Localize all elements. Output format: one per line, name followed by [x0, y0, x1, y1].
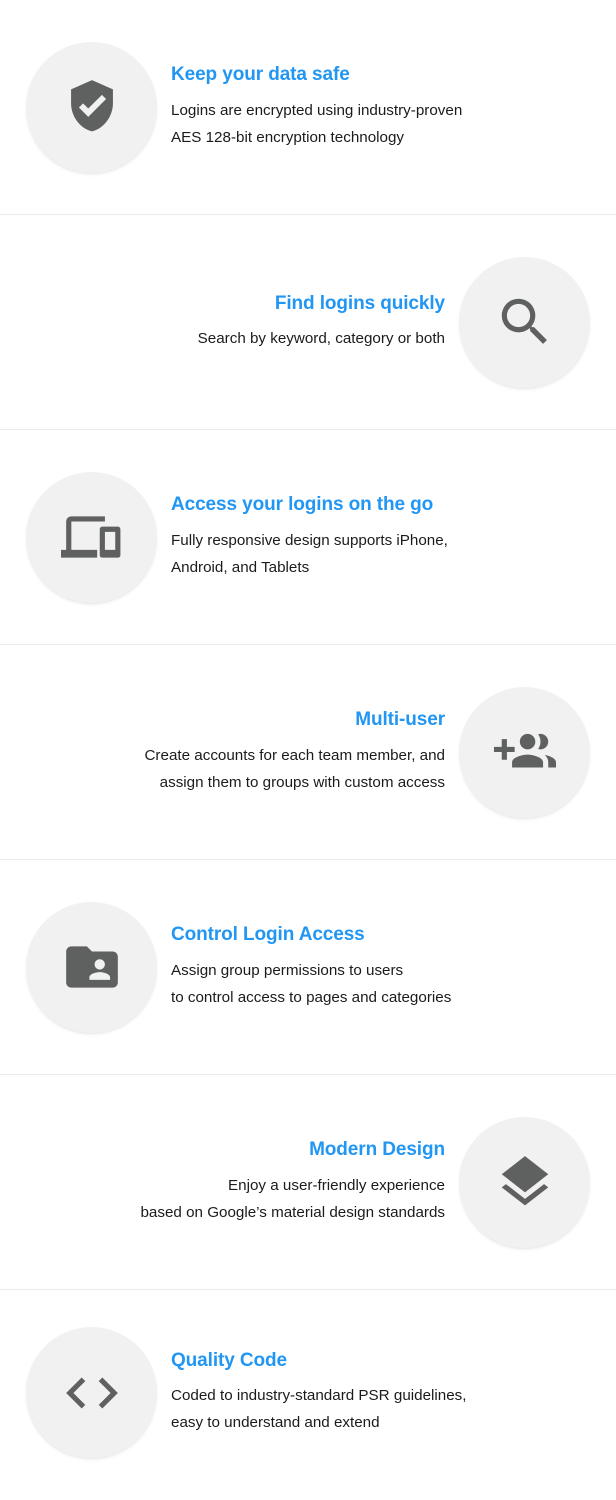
feature-row: Modern Design Enjoy a user-friendly expe…: [0, 1075, 616, 1290]
feature-row: Access your logins on the go Fully respo…: [0, 430, 616, 645]
icon-bubble: [459, 1116, 590, 1248]
feature-row: Quality Code Coded to industry-standard …: [0, 1290, 616, 1495]
feature-title: Keep your data safe: [171, 64, 350, 86]
icon-bubble: [26, 1327, 157, 1458]
feature-row: Multi-user Create accounts for each team…: [0, 645, 616, 860]
feature-list: Keep your data safe Logins are encrypted…: [0, 0, 616, 1495]
search-icon: [501, 298, 547, 344]
feature-title: Find logins quickly: [274, 292, 445, 314]
icon-bubble: [26, 471, 157, 603]
icon-bubble: [26, 901, 157, 1033]
feature-description: Coded to industry-standard PSR guideline…: [171, 1387, 467, 1432]
feature-text: Find logins quickly Search by keyword, c…: [26, 292, 445, 353]
folder-shared-icon: [65, 946, 118, 988]
feature-title: Control Login Access: [171, 924, 365, 946]
feature-description: Logins are encrypted using industry-prov…: [171, 101, 463, 146]
icon-bubble: [459, 256, 590, 388]
icon-bubble: [26, 41, 157, 173]
feature-description: Assign group permissions to users to con…: [171, 961, 452, 1006]
layers-icon: [501, 1156, 548, 1206]
code-icon: [65, 1377, 118, 1408]
feature-text: Access your logins on the go Fully respo…: [171, 493, 590, 581]
feature-title: Modern Design: [309, 1139, 445, 1161]
feature-title: Multi-user: [355, 709, 445, 731]
shield-check-icon: [70, 80, 113, 132]
feature-title: Quality Code: [171, 1349, 287, 1371]
feature-description: Search by keyword, category or both: [197, 330, 445, 348]
feature-row: Find logins quickly Search by keyword, c…: [0, 215, 616, 430]
feature-row: Keep your data safe Logins are encrypted…: [0, 0, 616, 215]
feature-description: Create accounts for each team member, an…: [144, 746, 445, 791]
feature-description: Fully responsive design supports iPhone,…: [171, 531, 448, 576]
feature-text: Keep your data safe Logins are encrypted…: [171, 63, 590, 151]
devices-icon: [60, 516, 120, 558]
feature-title: Access your logins on the go: [171, 494, 434, 516]
feature-text: Modern Design Enjoy a user-friendly expe…: [26, 1138, 445, 1226]
group-add-icon: [493, 733, 556, 768]
feature-text: Multi-user Create accounts for each team…: [26, 708, 445, 796]
feature-description: Enjoy a user-friendly experience based o…: [140, 1176, 445, 1221]
icon-bubble: [459, 686, 590, 818]
feature-text: Control Login Access Assign group permis…: [171, 923, 590, 1011]
feature-row: Control Login Access Assign group permis…: [0, 860, 616, 1075]
feature-text: Quality Code Coded to industry-standard …: [171, 1349, 590, 1437]
